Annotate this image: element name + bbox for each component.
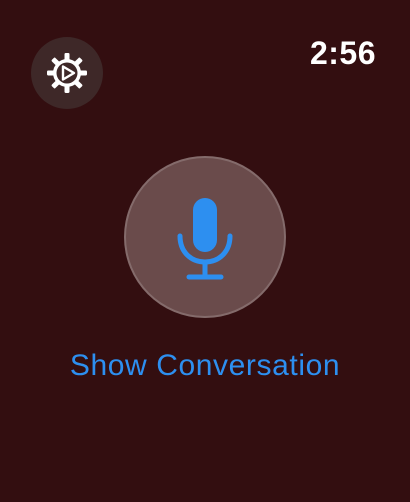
microphone-icon	[175, 192, 235, 282]
settings-button[interactable]	[31, 37, 103, 109]
clock: 2:56	[309, 35, 376, 71]
show-conversation-button[interactable]: Show Conversation	[0, 349, 410, 383]
microphone-button[interactable]	[124, 156, 286, 318]
gear-play-icon	[45, 51, 89, 95]
